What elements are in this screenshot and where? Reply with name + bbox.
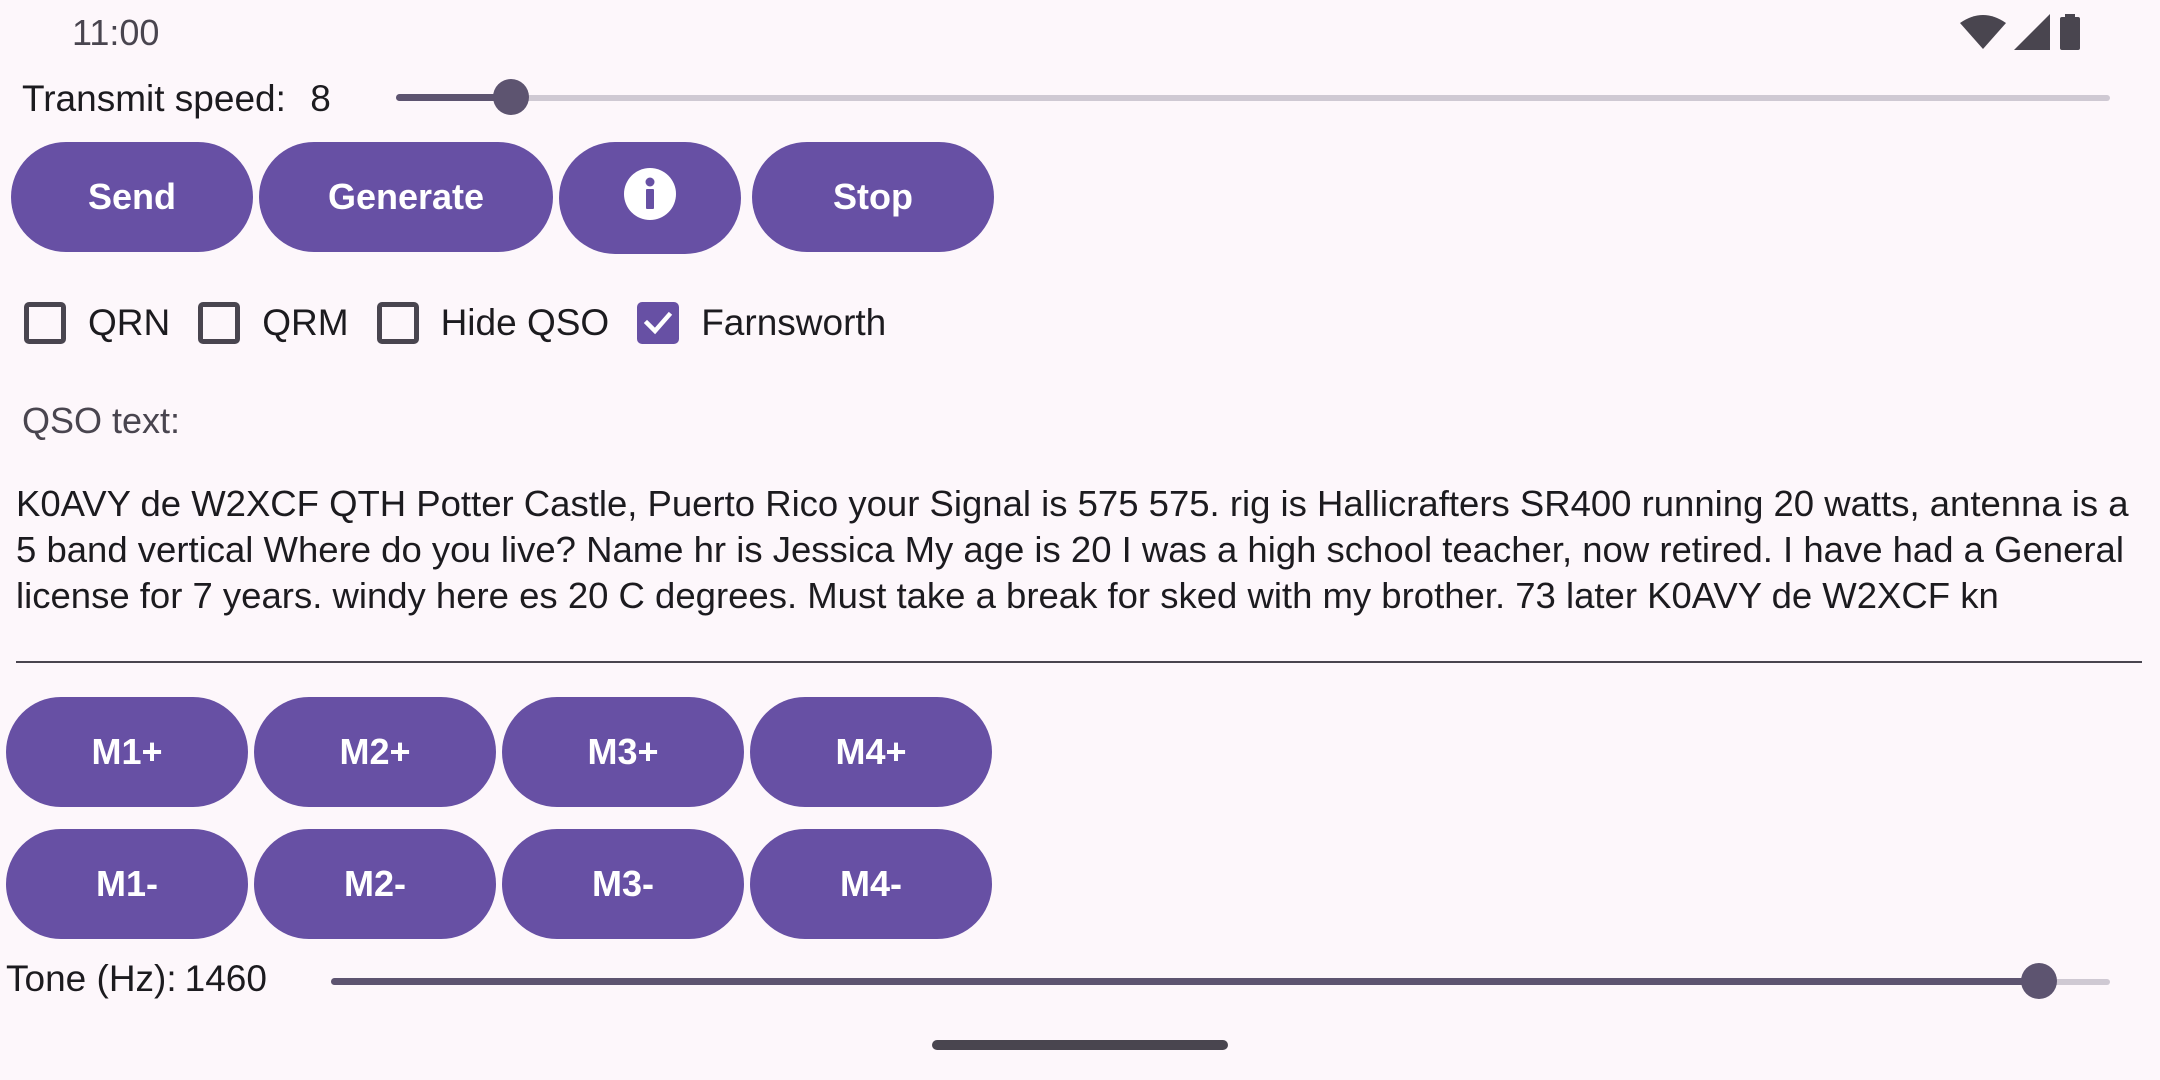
memory-button-m2-minus[interactable]: M2- bbox=[254, 829, 496, 939]
memory-button-m4-minus[interactable]: M4- bbox=[750, 829, 992, 939]
transmit-speed-label: Transmit speed: bbox=[22, 78, 286, 119]
wifi-icon bbox=[1960, 15, 2006, 54]
qso-text-label: QSO text: bbox=[22, 400, 181, 441]
checkbox-label: Hide QSO bbox=[440, 302, 610, 343]
status-icons bbox=[1960, 14, 2082, 55]
transmit-speed-slider[interactable] bbox=[396, 78, 2110, 118]
checkbox-hide-qso[interactable]: Hide QSO bbox=[376, 302, 610, 344]
tone-label: Tone (Hz): bbox=[6, 958, 177, 999]
checkbox-label: QRN bbox=[88, 302, 171, 343]
slider-thumb[interactable] bbox=[2020, 963, 2057, 999]
generate-button[interactable]: Generate bbox=[259, 142, 553, 252]
checkbox-checked-box[interactable] bbox=[637, 302, 680, 344]
slider-thumb[interactable] bbox=[492, 79, 529, 115]
tone-row: Tone (Hz): 1460 bbox=[6, 958, 267, 1000]
checkbox-box[interactable] bbox=[198, 302, 241, 344]
memory-button-m2-plus[interactable]: M2+ bbox=[254, 697, 496, 807]
checkbox-qrn[interactable]: QRN bbox=[24, 302, 170, 344]
transmit-speed-value: 8 bbox=[310, 78, 331, 119]
slider-track-active bbox=[331, 978, 2039, 985]
checkmark-icon bbox=[644, 311, 673, 335]
memory-button-m4-plus[interactable]: M4+ bbox=[750, 697, 992, 807]
send-button[interactable]: Send bbox=[11, 142, 253, 252]
memory-button-m3-plus[interactable]: M3+ bbox=[502, 697, 744, 807]
checkbox-farnsworth[interactable]: Farnsworth bbox=[637, 302, 886, 344]
memory-button-m1-minus[interactable]: M1- bbox=[6, 829, 248, 939]
status-time: 11:00 bbox=[72, 12, 160, 53]
signal-icon bbox=[2014, 14, 2050, 55]
transmit-speed-row: Transmit speed: 8 bbox=[22, 78, 331, 120]
memory-button-m1-plus[interactable]: M1+ bbox=[6, 697, 248, 807]
tone-slider[interactable] bbox=[331, 962, 2110, 1002]
info-button[interactable] bbox=[559, 142, 741, 254]
checkbox-label: QRM bbox=[262, 302, 349, 343]
checkbox-box[interactable] bbox=[376, 302, 419, 344]
slider-track bbox=[396, 95, 2110, 101]
checkbox-label: Farnsworth bbox=[701, 302, 887, 343]
option-checkboxes: QRN QRM Hide QSO Farnsworth bbox=[24, 302, 914, 344]
gesture-nav-handle[interactable] bbox=[932, 1040, 1228, 1050]
memory-button-m3-minus[interactable]: M3- bbox=[502, 829, 744, 939]
checkbox-box[interactable] bbox=[24, 302, 66, 344]
tone-value: 1460 bbox=[184, 958, 267, 999]
qso-text-field[interactable]: K0AVY de W2XCF QTH Potter Castle, Puerto… bbox=[16, 481, 2142, 663]
battery-icon bbox=[2058, 14, 2082, 55]
stop-button[interactable]: Stop bbox=[752, 142, 994, 252]
info-icon bbox=[624, 167, 676, 229]
checkbox-qrm[interactable]: QRM bbox=[198, 302, 349, 344]
